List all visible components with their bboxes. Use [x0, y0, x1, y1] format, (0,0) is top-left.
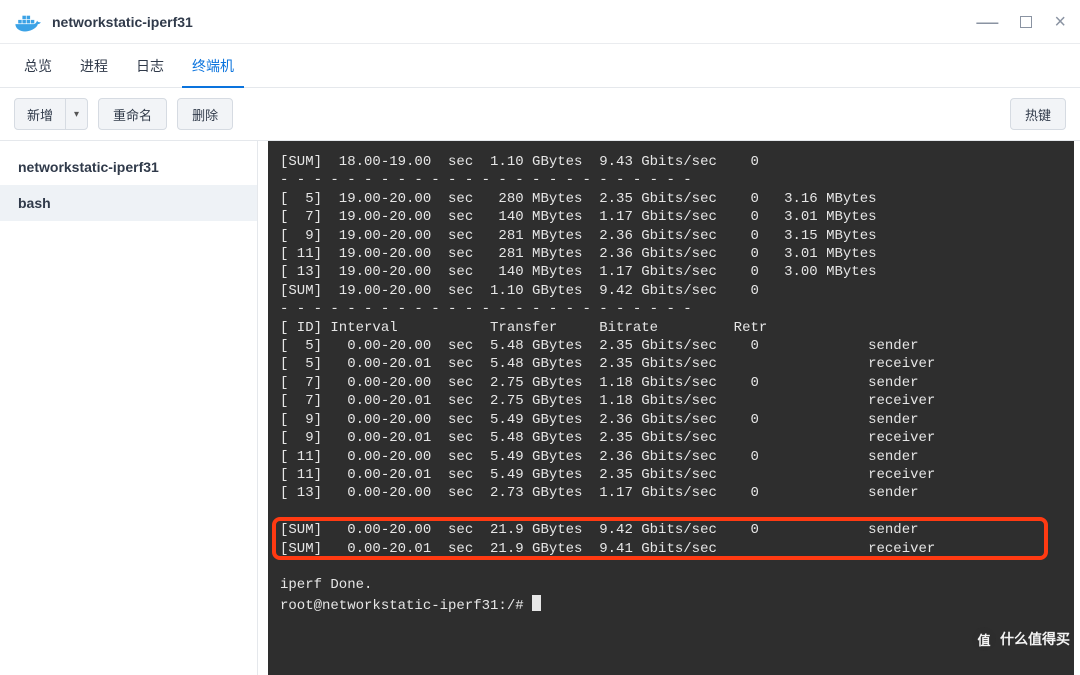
tab-logs[interactable]: 日志: [122, 44, 178, 87]
terminal-line: [SUM] 18.00-19.00 sec 1.10 GBytes 9.43 G…: [280, 153, 1062, 171]
hotkey-button[interactable]: 热键: [1010, 98, 1066, 130]
watermark: 值 什么值得买: [972, 627, 1070, 651]
minimize-button[interactable]: —: [976, 18, 998, 26]
terminal-line: [ 5] 0.00-20.00 sec 5.48 GBytes 2.35 Gbi…: [280, 337, 1062, 355]
tab-terminal[interactable]: 终端机: [178, 44, 248, 87]
tab-process[interactable]: 进程: [66, 44, 122, 87]
toolbar: 新增 ▾ 重命名 删除 热键: [0, 88, 1080, 141]
terminal-line: [ 11] 19.00-20.00 sec 281 MBytes 2.36 Gb…: [280, 245, 1062, 263]
terminal-line: [ ID] Interval Transfer Bitrate Retr: [280, 319, 1062, 337]
terminal-line: [ 11] 0.00-20.01 sec 5.49 GBytes 2.35 Gb…: [280, 466, 1062, 484]
terminal-line: [280, 503, 1062, 521]
terminal-line: [ 5] 0.00-20.01 sec 5.48 GBytes 2.35 Gbi…: [280, 355, 1062, 373]
terminal-line: iperf Done.: [280, 576, 1062, 594]
window-title: networkstatic-iperf31: [52, 14, 976, 30]
sidebar-item-session-1[interactable]: bash: [0, 185, 257, 221]
add-button[interactable]: 新增 ▾: [14, 98, 88, 130]
terminal-line: [SUM] 0.00-20.01 sec 21.9 GBytes 9.41 Gb…: [280, 540, 1062, 558]
rename-button[interactable]: 重命名: [98, 98, 167, 130]
terminal-line: [ 7] 19.00-20.00 sec 140 MBytes 1.17 Gbi…: [280, 208, 1062, 226]
terminal-line: [ 9] 0.00-20.01 sec 5.48 GBytes 2.35 Gbi…: [280, 429, 1062, 447]
watermark-text: 什么值得买: [1000, 629, 1070, 649]
delete-button[interactable]: 删除: [177, 98, 233, 130]
add-button-label: 新增: [15, 99, 65, 129]
terminal-sidebar: networkstatic-iperf31 bash: [0, 141, 258, 675]
maximize-button[interactable]: [1020, 16, 1032, 28]
terminal-line: [ 9] 19.00-20.00 sec 281 MBytes 2.36 Gbi…: [280, 227, 1062, 245]
sidebar-item-session-0[interactable]: networkstatic-iperf31: [0, 149, 257, 185]
watermark-icon: 值: [972, 627, 996, 651]
main-tabs: 总览 进程 日志 终端机: [0, 44, 1080, 88]
terminal-line: [ 11] 0.00-20.00 sec 5.49 GBytes 2.36 Gb…: [280, 448, 1062, 466]
terminal-line: - - - - - - - - - - - - - - - - - - - - …: [280, 171, 1062, 189]
terminal-line: [SUM] 19.00-20.00 sec 1.10 GBytes 9.42 G…: [280, 282, 1062, 300]
terminal-output[interactable]: [SUM] 18.00-19.00 sec 1.10 GBytes 9.43 G…: [268, 141, 1074, 675]
window-controls: — ×: [976, 12, 1066, 32]
terminal-panel: [SUM] 18.00-19.00 sec 1.10 GBytes 9.43 G…: [258, 141, 1080, 675]
chevron-down-icon[interactable]: ▾: [65, 99, 87, 129]
terminal-line: [ 7] 0.00-20.01 sec 2.75 GBytes 1.18 Gbi…: [280, 392, 1062, 410]
terminal-line: root@networkstatic-iperf31:/#: [280, 595, 1062, 615]
terminal-line: [ 13] 0.00-20.00 sec 2.73 GBytes 1.17 Gb…: [280, 484, 1062, 502]
tab-overview[interactable]: 总览: [10, 44, 66, 87]
terminal-cursor: [532, 595, 541, 611]
content-body: networkstatic-iperf31 bash [SUM] 18.00-1…: [0, 141, 1080, 675]
terminal-line: [SUM] 0.00-20.00 sec 21.9 GBytes 9.42 Gb…: [280, 521, 1062, 539]
terminal-line: [ 7] 0.00-20.00 sec 2.75 GBytes 1.18 Gbi…: [280, 374, 1062, 392]
titlebar: networkstatic-iperf31 — ×: [0, 0, 1080, 44]
terminal-line: [280, 558, 1062, 576]
terminal-line: [ 9] 0.00-20.00 sec 5.49 GBytes 2.36 Gbi…: [280, 411, 1062, 429]
app-window: networkstatic-iperf31 — × 总览 进程 日志 终端机 新…: [0, 0, 1080, 675]
terminal-line: - - - - - - - - - - - - - - - - - - - - …: [280, 300, 1062, 318]
terminal-line: [ 13] 19.00-20.00 sec 140 MBytes 1.17 Gb…: [280, 263, 1062, 281]
terminal-line: [ 5] 19.00-20.00 sec 280 MBytes 2.35 Gbi…: [280, 190, 1062, 208]
docker-whale-icon: [14, 8, 42, 36]
close-button[interactable]: ×: [1054, 12, 1066, 32]
